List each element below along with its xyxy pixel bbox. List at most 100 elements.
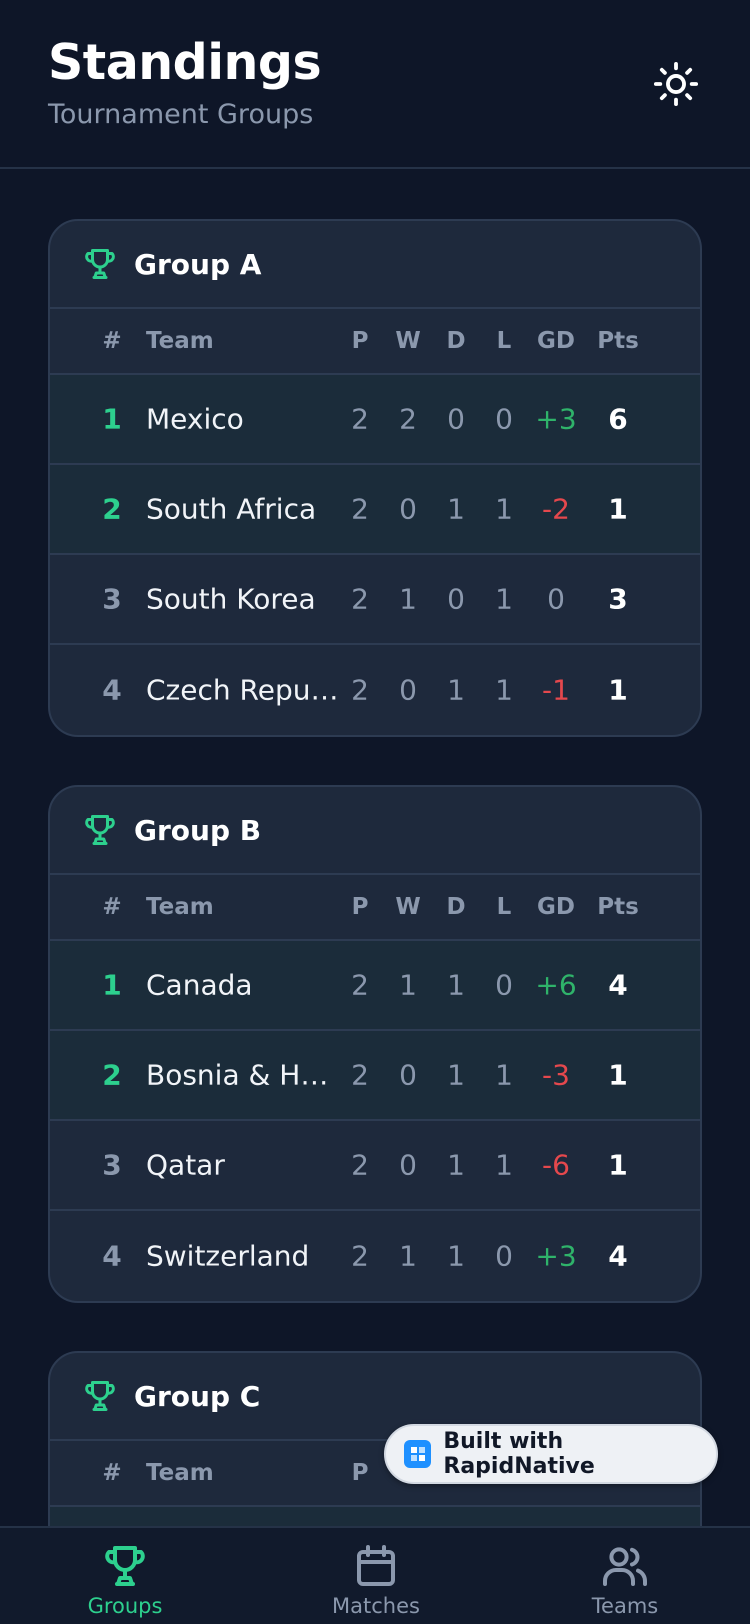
theme-toggle-button[interactable] [652,60,700,108]
row-pts: 1 [608,1148,628,1182]
row-pos: 4 [102,673,122,707]
page-subtitle: Tournament Groups [48,99,314,130]
col-p-header: P [351,328,369,354]
group-name: Group B [134,813,262,847]
row-l: 1 [495,582,513,616]
col-team-header: Team [146,1460,214,1486]
row-d: 1 [447,968,465,1002]
row-pts: 1 [608,492,628,526]
group-card-a: Group A # Team P W D L GD Pts 1 Mexico 2… [48,219,702,737]
nav-label: Groups [87,1594,163,1618]
built-with-badge[interactable]: Built with RapidNative [384,1424,718,1484]
group-name: Group C [134,1379,261,1413]
table-row[interactable]: 2 South Africa 2 0 1 1 -2 1 [50,465,700,555]
row-gd: +6 [535,968,577,1002]
col-gd-header: GD [537,328,575,354]
table-row[interactable]: 1 Canada 2 1 1 0 +6 4 [50,941,700,1031]
row-pts: 1 [608,1058,628,1092]
col-gd-header: GD [537,894,575,920]
group-card-b: Group B # Team P W D L GD Pts 1 Canada 2… [48,785,702,1303]
table-header-row: # Team P W D L GD Pts [50,875,700,941]
table-row[interactable]: 3 Qatar 2 0 1 1 -6 1 [50,1121,700,1211]
row-team: Bosnia & Her... [146,1058,344,1092]
table-row[interactable]: 3 South Korea 2 1 0 1 0 3 [50,555,700,645]
calendar-icon [357,1545,395,1586]
trophy-icon [85,1381,115,1411]
table-row[interactable]: 4 Czech Republic 2 0 1 1 -1 1 [50,645,700,735]
row-p: 2 [351,582,369,616]
row-w: 0 [399,1148,417,1182]
nav-item-matches[interactable]: Matches [296,1542,456,1618]
row-pos: 2 [102,492,122,526]
page-header: Standings Tournament Groups [0,0,750,169]
group-header: Group B [50,787,700,875]
nav-label: Matches [332,1594,420,1618]
col-pos-header: # [102,328,122,354]
nav-item-groups[interactable]: Groups [45,1542,205,1618]
row-d: 1 [447,673,465,707]
row-gd: -2 [542,492,570,526]
col-w-header: W [395,894,421,920]
row-p: 2 [351,402,369,436]
standings-list[interactable]: Group A # Team P W D L GD Pts 1 Mexico 2… [0,171,750,1527]
trophy-icon [105,1546,145,1586]
row-gd: 0 [547,582,565,616]
row-team: Qatar [146,1148,225,1182]
row-p: 2 [351,1058,369,1092]
row-p: 2 [351,673,369,707]
row-pos: 3 [102,1148,122,1182]
bottom-nav: Groups Matches Teams [0,1526,750,1624]
users-icon [603,1547,648,1586]
group-name: Group A [134,247,262,281]
col-p-header: P [351,1460,369,1486]
col-team-header: Team [146,894,214,920]
row-pos: 4 [102,1239,122,1273]
col-p-header: P [351,894,369,920]
row-pos: 2 [102,1058,122,1092]
row-gd: +3 [535,402,577,436]
group-header: Group A [50,221,700,309]
table-row[interactable]: 1 Mexico 2 2 0 0 +3 6 [50,375,700,465]
nav-item-teams[interactable]: Teams [545,1542,705,1618]
row-p: 2 [351,1239,369,1273]
row-l: 1 [495,1058,513,1092]
badge-label: Built with RapidNative [443,1429,595,1479]
row-d: 0 [447,402,465,436]
row-pos: 1 [102,402,122,436]
table-row[interactable]: 4 Switzerland 2 1 1 0 +3 4 [50,1211,700,1301]
row-pts: 3 [608,582,628,616]
col-pts-header: Pts [597,328,639,354]
sun-icon [653,61,699,107]
row-d: 1 [447,1239,465,1273]
col-pos-header: # [102,894,122,920]
page-title: Standings [48,34,322,91]
col-d-header: D [446,328,466,354]
row-l: 1 [495,1148,513,1182]
row-p: 2 [351,968,369,1002]
row-w: 1 [399,1239,417,1273]
row-pts: 6 [608,402,628,436]
col-d-header: D [446,894,466,920]
row-d: 1 [447,1058,465,1092]
col-pts-header: Pts [597,894,639,920]
row-team: Switzerland [146,1239,310,1273]
row-d: 0 [447,582,465,616]
row-team: South Africa [146,492,317,526]
table-row[interactable] [50,1507,700,1527]
row-pts: 4 [608,968,628,1002]
table-row[interactable]: 2 Bosnia & Her... 2 0 1 1 -3 1 [50,1031,700,1121]
row-w: 1 [399,968,417,1002]
app-root: Standings Tournament Groups Group A # Te… [0,0,750,1624]
trophy-icon [85,249,115,279]
rapidnative-logo-icon [404,1440,432,1468]
row-l: 0 [495,968,513,1002]
row-w: 2 [399,402,417,436]
row-team: Czech Republic [146,673,344,707]
col-w-header: W [395,328,421,354]
row-team: Canada [146,968,253,1002]
col-l-header: L [496,328,512,354]
row-gd: -3 [542,1058,570,1092]
row-p: 2 [351,1148,369,1182]
row-gd: -6 [542,1148,570,1182]
row-gd: -1 [542,673,570,707]
